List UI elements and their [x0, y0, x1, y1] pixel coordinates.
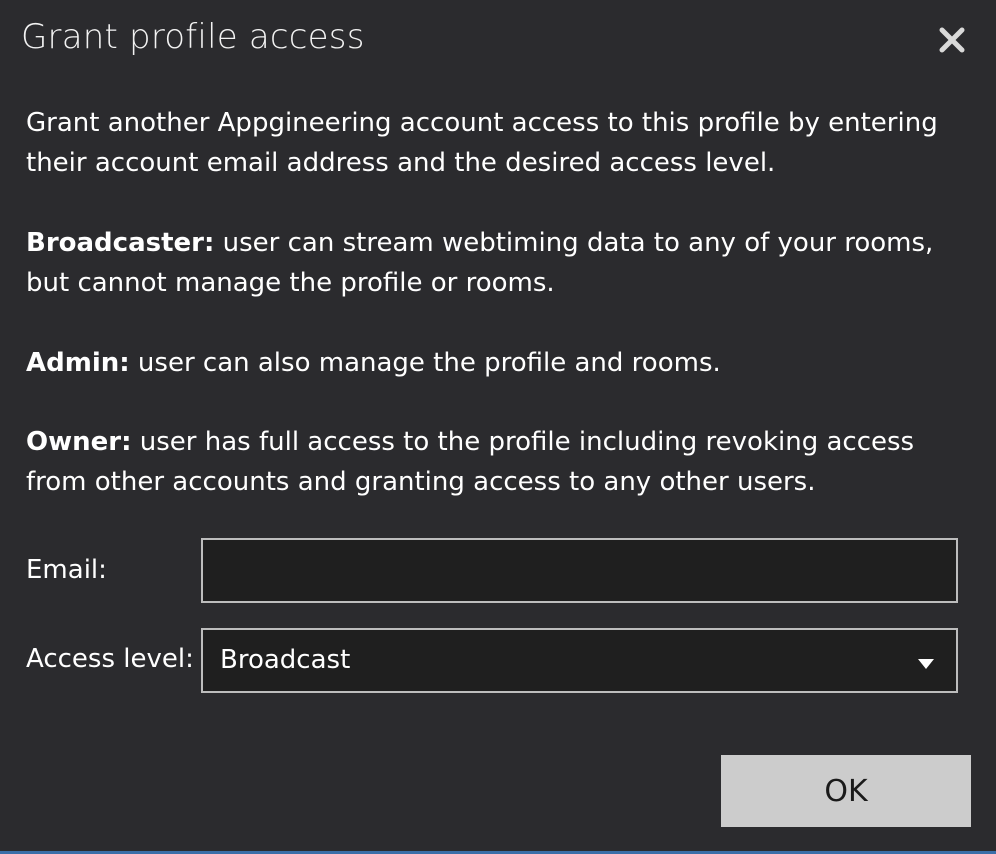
dialog-title: Grant profile access	[21, 17, 365, 57]
intro-text: Grant another Appgineering account acces…	[26, 108, 938, 178]
admin-description: Admin: user can also manage the profile …	[26, 343, 966, 383]
admin-label: Admin:	[26, 348, 130, 378]
grant-access-dialog: Grant profile access Grant another Appgi…	[0, 0, 996, 854]
ok-button[interactable]: OK	[721, 755, 971, 827]
close-icon	[932, 20, 972, 60]
access-level-select[interactable]: Broadcast	[201, 628, 958, 693]
owner-text: user has full access to the profile incl…	[26, 427, 915, 497]
admin-text: user can also manage the profile and roo…	[129, 348, 721, 378]
chevron-down-icon	[917, 655, 935, 674]
access-level-value: Broadcast	[220, 645, 351, 675]
broadcaster-label: Broadcaster:	[26, 228, 215, 258]
email-field[interactable]	[201, 538, 958, 603]
owner-description: Owner: user has full access to the profi…	[26, 422, 966, 502]
broadcaster-description: Broadcaster: user can stream webtiming d…	[26, 223, 966, 303]
owner-label: Owner:	[26, 427, 132, 457]
email-label: Email:	[26, 555, 107, 585]
access-level-label: Access level:	[26, 644, 194, 674]
close-button[interactable]	[932, 20, 972, 60]
